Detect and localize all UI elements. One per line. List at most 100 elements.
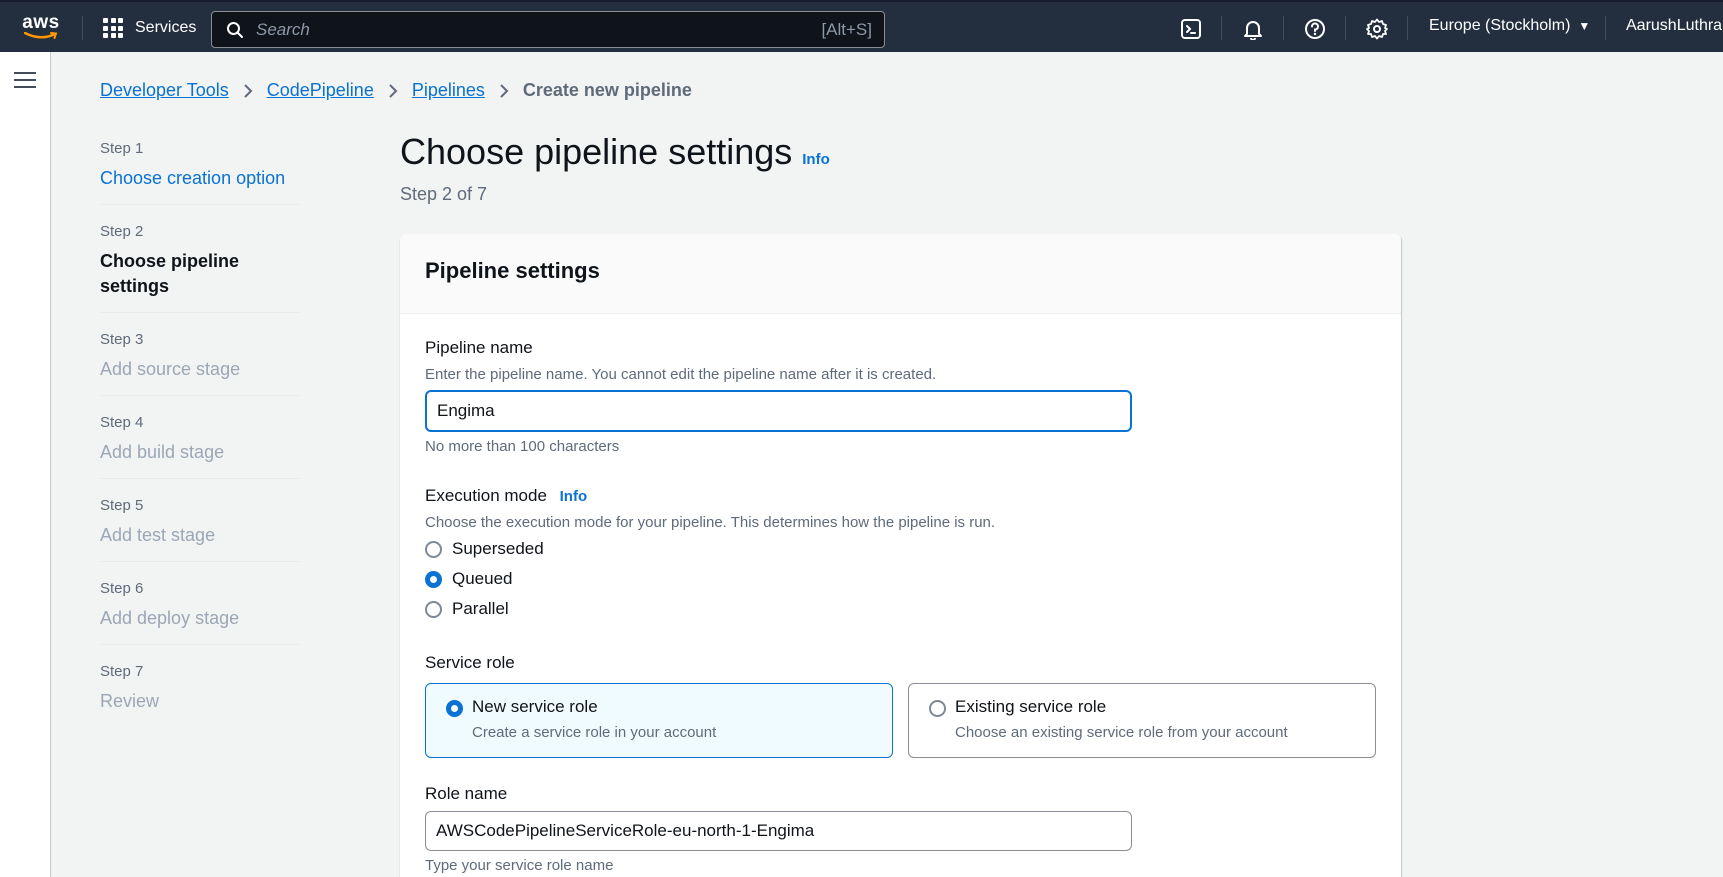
step-add-build-stage: Add build stage (100, 442, 225, 462)
services-menu-button[interactable]: Services (103, 16, 196, 40)
wizard-step: Step 4 Add build stage (100, 414, 300, 479)
wizard-step: Step 7 Review (100, 663, 300, 727)
radio-existing-service-role[interactable] (929, 700, 946, 717)
chevron-right-icon (500, 83, 509, 98)
radio-option-parallel[interactable]: Parallel (425, 599, 1376, 619)
pipeline-name-description: Enter the pipeline name. You cannot edit… (425, 366, 937, 383)
role-name-label: Role name (425, 784, 508, 803)
execution-mode-description: Choose the execution mode for your pipel… (425, 514, 996, 531)
account-menu[interactable]: AarushLuthra (1626, 17, 1722, 35)
nav-divider (1283, 16, 1284, 40)
step-number: Step 7 (100, 663, 144, 680)
tile-title-existing-service-role: Existing service role (955, 697, 1107, 716)
role-name-field: Role name AWSCodePipelineServiceRole-eu-… (425, 784, 1376, 874)
radio-option-superseded[interactable]: Superseded (425, 539, 1376, 559)
execution-mode-label-text: Execution mode (425, 486, 547, 505)
nav-divider (1345, 16, 1346, 40)
pipeline-name-field: Pipeline name Enter the pipeline name. Y… (425, 338, 1376, 455)
radio-label-parallel: Parallel (452, 599, 509, 618)
nav-divider (1221, 16, 1222, 40)
services-label: Services (135, 19, 197, 36)
execution-mode-field: Execution mode Info Choose the execution… (425, 486, 1376, 619)
radio-queued[interactable] (425, 570, 442, 588)
panel-body: Pipeline name Enter the pipeline name. Y… (400, 314, 1401, 877)
step-add-deploy-stage: Add deploy stage (100, 608, 240, 628)
wizard-step: Step 6 Add deploy stage (100, 580, 300, 645)
panel-title: Pipeline settings (425, 258, 600, 283)
breadcrumb-pipelines[interactable]: Pipelines (412, 80, 485, 101)
region-label: Europe (Stockholm) (1429, 17, 1571, 34)
pipeline-name-constraint: No more than 100 characters (425, 438, 620, 455)
menu-hamburger-icon[interactable] (14, 72, 36, 90)
caret-down-icon: ▼ (1578, 19, 1591, 33)
step-number: Step 3 (100, 331, 144, 348)
wizard-step: Step 5 Add test stage (100, 497, 300, 562)
aws-smile-icon (24, 32, 58, 39)
panel-header: Pipeline settings (400, 234, 1401, 314)
radio-label-superseded: Superseded (452, 539, 544, 558)
account-name: AarushLuthra (1626, 17, 1723, 34)
notifications-bell-icon[interactable] (1242, 18, 1264, 40)
wizard-step: Step 2 Choose pipeline settings (100, 223, 300, 313)
page-title: Choose pipeline settings Info (400, 131, 830, 173)
service-role-field: Service role New service role Create a s… (425, 653, 1376, 758)
tile-existing-service-role[interactable]: Existing service role Choose an existing… (908, 683, 1376, 758)
step-review: Review (100, 691, 160, 711)
step-link-choose-creation-option[interactable]: Choose creation option (100, 166, 300, 191)
search-shortcut: [Alt+S] (821, 19, 872, 39)
radio-superseded[interactable] (425, 540, 442, 558)
search-bar[interactable]: [Alt+S] (211, 11, 885, 48)
help-icon[interactable] (1304, 18, 1326, 40)
tile-title-new-service-role: New service role (472, 697, 598, 716)
radio-option-queued[interactable]: Queued (425, 569, 1376, 589)
aws-logo-text: aws (22, 12, 60, 33)
wizard-steps-nav: Step 1 Choose creation option Step 2 Cho… (100, 140, 300, 745)
nav-divider (1407, 16, 1408, 40)
step-number: Step 2 (100, 223, 144, 240)
execution-mode-label: Execution mode Info (425, 486, 1376, 506)
tile-desc-new-service-role: Create a service role in your account (472, 724, 717, 741)
step-number: Step 1 (100, 140, 144, 157)
pipeline-name-label: Pipeline name (425, 338, 533, 357)
aws-logo[interactable]: aws (20, 12, 62, 42)
radio-parallel[interactable] (425, 600, 442, 618)
step-add-source-stage: Add source stage (100, 359, 241, 379)
role-name-hint: Type your service role name (425, 857, 614, 874)
breadcrumb-developer-tools[interactable]: Developer Tools (100, 80, 229, 101)
step-current-choose-pipeline-settings: Choose pipeline settings (100, 251, 240, 296)
chevron-right-icon (244, 83, 253, 98)
radio-label-queued: Queued (452, 569, 513, 588)
nav-divider (82, 16, 83, 40)
step-number: Step 6 (100, 580, 144, 597)
breadcrumb-current: Create new pipeline (522, 80, 692, 100)
tile-new-service-role[interactable]: New service role Create a service role i… (425, 683, 893, 758)
step-number: Step 5 (100, 497, 144, 514)
radio-new-service-role[interactable] (446, 700, 463, 717)
wizard-step: Step 1 Choose creation option (100, 140, 300, 205)
settings-gear-icon[interactable] (1366, 18, 1388, 40)
step-number: Step 4 (100, 414, 144, 431)
search-icon (227, 21, 243, 38)
step-add-test-stage: Add test stage (100, 525, 216, 545)
service-role-label: Service role (425, 653, 515, 672)
side-navigation-rail (0, 52, 51, 877)
page-info-link[interactable]: Info (802, 151, 830, 168)
chevron-right-icon (389, 83, 398, 98)
wizard-step: Step 3 Add source stage (100, 331, 300, 396)
role-name-input[interactable]: AWSCodePipelineServiceRole-eu-north-1-En… (425, 811, 1132, 851)
pipeline-settings-panel: Pipeline settings Pipeline name Enter th… (400, 234, 1401, 877)
cloudshell-icon[interactable] (1180, 18, 1202, 40)
region-selector[interactable]: Europe (Stockholm) ▼ (1429, 17, 1590, 35)
tile-desc-existing-service-role: Choose an existing service role from you… (955, 724, 1288, 741)
pipeline-name-input[interactable]: Engima (425, 390, 1132, 432)
service-role-tiles: New service role Create a service role i… (425, 683, 1376, 758)
step-counter: Step 2 of 7 (400, 184, 488, 204)
breadcrumb-codepipeline[interactable]: CodePipeline (267, 80, 374, 101)
nav-divider (1605, 16, 1606, 40)
breadcrumb: Developer Tools CodePipeline Pipelines C… (100, 80, 692, 101)
services-grid-icon (103, 18, 123, 38)
page-title-text: Choose pipeline settings (400, 131, 793, 172)
search-input[interactable] (256, 19, 796, 40)
execution-mode-info-link[interactable]: Info (560, 488, 588, 505)
top-navigation: aws Services [Alt+S] (0, 0, 1723, 52)
